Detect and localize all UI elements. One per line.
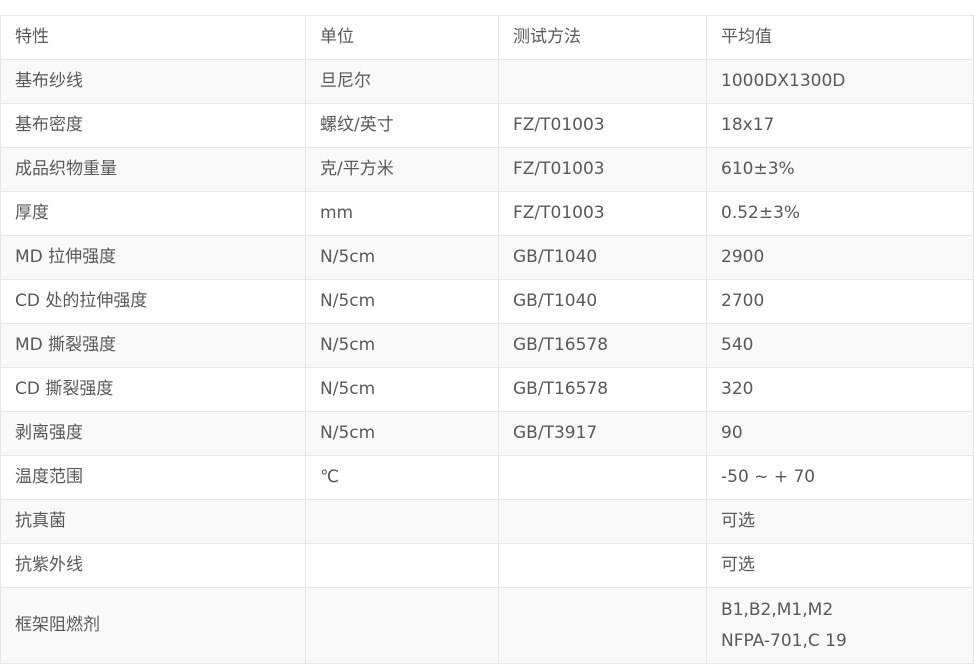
cell-unit <box>305 543 499 588</box>
table-row: 抗真菌 可选 <box>0 499 974 544</box>
table-row: 基布纱线 旦尼尔 1000DX1300D <box>0 59 974 104</box>
cell-unit: 旦尼尔 <box>305 59 499 104</box>
table-row: MD 拉伸强度 N/5cm GB/T1040 2900 <box>0 235 974 280</box>
header-property: 特性 <box>0 15 306 60</box>
table-row: 抗紫外线 可选 <box>0 543 974 588</box>
table-row: CD 撕裂强度 N/5cm GB/T16578 320 <box>0 367 974 412</box>
table-row: MD 撕裂强度 N/5cm GB/T16578 540 <box>0 323 974 368</box>
cell-unit <box>305 587 499 664</box>
cell-unit: N/5cm <box>305 279 499 324</box>
cell-average-value: 可选 <box>706 499 974 544</box>
spec-table-container: 特性 单位 测试方法 平均值 基布纱线 旦尼尔 1000DX1300D 基布密度 螺纹/… <box>0 15 974 664</box>
cell-unit: mm <box>305 191 499 236</box>
cell-unit: N/5cm <box>305 367 499 412</box>
cell-property: 抗真菌 <box>0 499 306 544</box>
cell-unit: N/5cm <box>305 235 499 280</box>
cell-property: 厚度 <box>0 191 306 236</box>
header-average-value: 平均值 <box>706 15 974 60</box>
table-row: 温度范围 ℃ -50 ~ + 70 <box>0 455 974 500</box>
cell-average-value: 可选 <box>706 543 974 588</box>
cell-property: CD 处的拉伸强度 <box>0 279 306 324</box>
cell-property: 剥离强度 <box>0 411 306 456</box>
header-test-method: 测试方法 <box>498 15 707 60</box>
cell-average-value: 1000DX1300D <box>706 59 974 104</box>
cell-test-method: FZ/T01003 <box>498 103 707 148</box>
cell-average-value: 540 <box>706 323 974 368</box>
cell-test-method: GB/T3917 <box>498 411 707 456</box>
cell-test-method <box>498 455 707 500</box>
cell-property: 成品织物重量 <box>0 147 306 192</box>
cell-property: CD 撕裂强度 <box>0 367 306 412</box>
table-row: CD 处的拉伸强度 N/5cm GB/T1040 2700 <box>0 279 974 324</box>
cell-property: 基布密度 <box>0 103 306 148</box>
cell-average-value: B1,B2,M1,M2 NFPA-701,C 19 <box>706 587 974 664</box>
cell-test-method: GB/T1040 <box>498 235 707 280</box>
cell-test-method <box>498 543 707 588</box>
cell-unit: 螺纹/英寸 <box>305 103 499 148</box>
table-row: 基布密度 螺纹/英寸 FZ/T01003 18x17 <box>0 103 974 148</box>
cell-property: 温度范围 <box>0 455 306 500</box>
table-row: 剥离强度 N/5cm GB/T3917 90 <box>0 411 974 456</box>
cell-average-value: 610±3% <box>706 147 974 192</box>
cell-test-method: GB/T16578 <box>498 367 707 412</box>
cell-property: MD 拉伸强度 <box>0 235 306 280</box>
cell-unit: ℃ <box>305 455 499 500</box>
table-row: 框架阻燃剂 B1,B2,M1,M2 NFPA-701,C 19 <box>0 587 974 664</box>
cell-test-method: FZ/T01003 <box>498 191 707 236</box>
value-line: B1,B2,M1,M2 <box>721 599 834 620</box>
cell-average-value: 320 <box>706 367 974 412</box>
cell-property: 抗紫外线 <box>0 543 306 588</box>
cell-unit <box>305 499 499 544</box>
table-header-row: 特性 单位 测试方法 平均值 <box>0 15 974 60</box>
spec-table: 特性 单位 测试方法 平均值 基布纱线 旦尼尔 1000DX1300D 基布密度 螺纹/… <box>0 15 974 664</box>
cell-unit: 克/平方米 <box>305 147 499 192</box>
cell-property: MD 撕裂强度 <box>0 323 306 368</box>
cell-test-method: FZ/T01003 <box>498 147 707 192</box>
cell-unit: N/5cm <box>305 411 499 456</box>
table-row: 成品织物重量 克/平方米 FZ/T01003 610±3% <box>0 147 974 192</box>
cell-average-value: 18x17 <box>706 103 974 148</box>
cell-average-value: -50 ~ + 70 <box>706 455 974 500</box>
cell-property: 框架阻燃剂 <box>0 587 306 664</box>
cell-property: 基布纱线 <box>0 59 306 104</box>
cell-average-value: 2700 <box>706 279 974 324</box>
cell-test-method: GB/T16578 <box>498 323 707 368</box>
value-line: NFPA-701,C 19 <box>721 630 847 651</box>
cell-test-method <box>498 499 707 544</box>
cell-unit: N/5cm <box>305 323 499 368</box>
header-unit: 单位 <box>305 15 499 60</box>
cell-average-value: 0.52±3% <box>706 191 974 236</box>
table-row: 厚度 mm FZ/T01003 0.52±3% <box>0 191 974 236</box>
cell-test-method <box>498 59 707 104</box>
cell-test-method <box>498 587 707 664</box>
cell-test-method: GB/T1040 <box>498 279 707 324</box>
cell-average-value: 90 <box>706 411 974 456</box>
cell-average-value: 2900 <box>706 235 974 280</box>
